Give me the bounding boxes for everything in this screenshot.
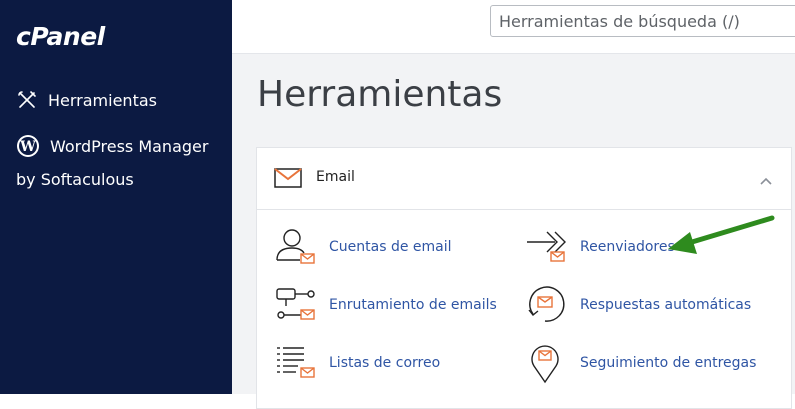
tool-autoresponders[interactable]: Respuestas automáticas bbox=[525, 284, 765, 328]
main-content: Herramientas Email Cuentas de email Reen… bbox=[232, 54, 795, 409]
section-title: Email bbox=[316, 169, 355, 185]
tool-forwarders[interactable]: Reenviadores bbox=[525, 226, 765, 270]
cpanel-logo[interactable]: cPanel bbox=[16, 22, 105, 51]
sidebar-item-label: WordPress Manager bbox=[50, 137, 209, 156]
envelope-icon bbox=[274, 168, 302, 193]
wordpress-icon: W bbox=[16, 134, 40, 162]
email-routing-icon bbox=[274, 284, 318, 329]
tools-icon bbox=[16, 89, 38, 115]
sidebar-item-sublabel: by Softaculous bbox=[16, 170, 134, 189]
email-section-header[interactable]: Email bbox=[257, 148, 791, 210]
tool-label: Respuestas automáticas bbox=[580, 297, 752, 313]
tool-label: Seguimiento de entregas bbox=[580, 355, 757, 371]
tool-email-routing[interactable]: Enrutamiento de emails bbox=[274, 284, 514, 328]
tool-mailing-lists[interactable]: Listas de correo bbox=[274, 342, 514, 386]
tool-label: Listas de correo bbox=[329, 355, 441, 371]
email-section-panel: Email Cuentas de email Reenviadores Enru… bbox=[256, 147, 792, 409]
email-accounts-icon bbox=[274, 226, 318, 271]
sidebar-item-wordpress-manager[interactable]: W WordPress Manager by Softaculous bbox=[16, 134, 226, 190]
mailing-lists-icon bbox=[274, 342, 318, 387]
page-title: Herramientas bbox=[257, 74, 503, 115]
autoresponders-icon bbox=[525, 284, 569, 329]
tool-track-delivery[interactable]: Seguimiento de entregas bbox=[525, 342, 765, 386]
forwarders-icon bbox=[525, 226, 569, 271]
tool-label: Cuentas de email bbox=[329, 239, 452, 255]
sidebar: cPanel Herramientas W WordPress Manager … bbox=[0, 0, 232, 394]
sidebar-item-herramientas[interactable]: Herramientas bbox=[16, 89, 216, 113]
sidebar-item-label: Herramientas bbox=[48, 91, 157, 110]
chevron-up-icon[interactable] bbox=[759, 173, 773, 191]
track-delivery-icon bbox=[525, 342, 569, 391]
svg-text:W: W bbox=[19, 139, 36, 155]
top-bar bbox=[232, 0, 795, 54]
tool-email-accounts[interactable]: Cuentas de email bbox=[274, 226, 514, 270]
tool-label: Reenviadores bbox=[580, 239, 675, 255]
tool-label: Enrutamiento de emails bbox=[329, 297, 497, 313]
search-input[interactable] bbox=[490, 5, 795, 37]
